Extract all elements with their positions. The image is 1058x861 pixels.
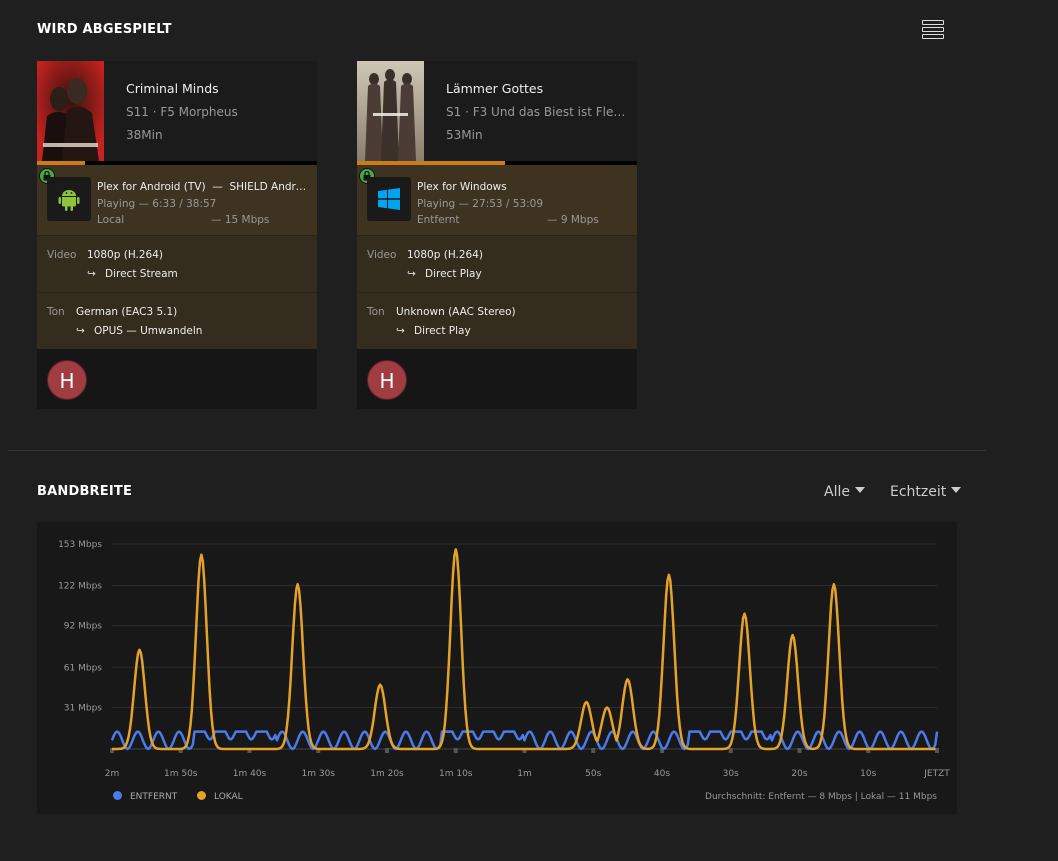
filter-label: Alle [824, 484, 850, 500]
video-stream-row: Video 1080p (H.264) ↪ Direct Stream [37, 235, 317, 292]
legend-dot [113, 791, 122, 800]
video-value: 1080p (H.264) [407, 249, 484, 261]
audio-value: German (EAC3 5.1) [76, 306, 178, 318]
series-line-remote [110, 730, 939, 751]
user-row: H [37, 349, 317, 409]
audio-label: Ton [367, 306, 385, 318]
network-location: Local [97, 214, 125, 226]
avatar[interactable]: H [47, 360, 87, 400]
playback-state: Playing — 27:53 / 53:09 [417, 197, 544, 210]
y-tick-label: 92 Mbps [64, 622, 103, 632]
video-label: Video [367, 249, 397, 261]
duration: 53Min [446, 128, 483, 142]
audio-stream-row: Ton Unknown (AAC Stereo) ↪ Direct Play [357, 292, 637, 349]
player-name: Plex for Windows [417, 181, 507, 193]
legend-dot [197, 791, 206, 800]
series-line-local [112, 548, 936, 751]
x-tick-label: 1m 20s [370, 769, 404, 779]
arrow-icon: ↪ [407, 268, 416, 280]
audio-value: Unknown (AAC Stereo) [396, 306, 516, 318]
video-decision: Direct Play [425, 268, 482, 280]
avatar[interactable]: H [367, 360, 407, 400]
session-header[interactable]: Lämmer Gottes S1 · F3 Und das Biest ist … [357, 61, 637, 165]
x-tick-mark [453, 748, 458, 753]
range-label: Echtzeit [890, 484, 947, 500]
average-text: Durchschnitt: Entfernt — 8 Mbps | Lokal … [705, 792, 937, 802]
android-icon [47, 177, 91, 221]
x-tick-mark [385, 748, 389, 753]
legend-label: LOKAL [214, 792, 243, 802]
bitrate: — 9 Mbps [547, 214, 599, 226]
video-value: 1080p (H.264) [87, 249, 164, 261]
legend-label: ENTFERNT [130, 792, 178, 802]
section-divider [8, 450, 986, 451]
legend-item-local[interactable]: LOKAL [197, 791, 243, 802]
bitrate: — 15 Mbps [211, 214, 270, 226]
bandwidth-title: BANDBREITE [37, 484, 133, 499]
video-decision: Direct Stream [105, 268, 178, 280]
x-tick-mark [728, 748, 733, 753]
x-tick-label: 1m 50s [164, 769, 198, 779]
video-label: Video [47, 249, 77, 261]
device-name: SHIELD Andro… [229, 181, 309, 193]
session-card[interactable]: Lämmer Gottes S1 · F3 Und das Biest ist … [357, 61, 637, 409]
chart-svg: 153 Mbps 122 Mbps 92 Mbps 61 Mbps 31 Mbps 2m 1… [58, 540, 950, 779]
x-tick-label: 30s [723, 769, 739, 779]
x-tick-label: JETZT [923, 769, 950, 779]
poster-image[interactable] [357, 61, 424, 161]
episode-subtitle: S11 · F5 Morpheus [126, 105, 238, 119]
arrow-icon: ↪ [76, 325, 85, 337]
media-title[interactable]: Criminal Minds [126, 81, 307, 96]
windows-icon [367, 177, 411, 221]
x-tick-label: 1m 30s [302, 769, 336, 779]
audio-decision: OPUS — Umwandeln [94, 325, 203, 337]
session-header[interactable]: Criminal Minds S11 · F5 Morpheus 38Min [37, 61, 317, 165]
player-separator: — [212, 181, 223, 193]
range-dropdown[interactable]: Echtzeit [890, 484, 962, 500]
arrow-icon: ↪ [396, 325, 405, 337]
x-tick-mark [591, 748, 596, 753]
audio-label: Ton [47, 306, 65, 318]
x-tick-label: 1m 10s [439, 769, 473, 779]
media-title[interactable]: Lämmer Gottes [446, 81, 627, 96]
now-playing-title: WIRD ABGESPIELT [37, 22, 172, 37]
filter-dropdown[interactable]: Alle [824, 484, 865, 500]
chevron-down-icon [854, 487, 865, 493]
session-card[interactable]: Criminal Minds S11 · F5 Morpheus 38Min P… [37, 61, 317, 409]
bandwidth-chart: 153 Mbps 122 Mbps 92 Mbps 61 Mbps 31 Mbps 2m 1… [37, 522, 957, 814]
y-tick-label: 31 Mbps [64, 703, 103, 713]
x-tick-mark [797, 748, 802, 753]
x-tick-label: 50s [585, 769, 601, 779]
episode-subtitle: S1 · F3 Und das Biest ist Fle… [446, 105, 626, 119]
x-tick-label: 2m [105, 769, 120, 779]
x-tick-label: 20s [791, 769, 807, 779]
poster-image[interactable] [37, 61, 104, 161]
legend-item-remote[interactable]: ENTFERNT [113, 791, 178, 802]
x-tick-label: 10s [860, 769, 876, 779]
player-info-row: Plex for Windows Playing — 27:53 / 53:09… [357, 165, 637, 235]
arrow-icon: ↪ [87, 268, 96, 280]
duration: 38Min [126, 128, 163, 142]
audio-stream-row: Ton German (EAC3 5.1) ↪ OPUS — Umwandeln [37, 292, 317, 349]
player-info-row: Plex for Android (TV) — SHIELD Andro… Pl… [37, 165, 317, 235]
player-name: Plex for Android (TV) [97, 181, 206, 193]
network-location: Entfernt [417, 214, 460, 226]
x-tick-label: 40s [654, 769, 670, 779]
video-stream-row: Video 1080p (H.264) ↪ Direct Play [357, 235, 637, 292]
x-tick-label: 1m 40s [233, 769, 267, 779]
user-row: H [357, 349, 637, 409]
audio-decision: Direct Play [414, 325, 471, 337]
chevron-down-icon [951, 487, 962, 493]
x-tick-label: 1m [517, 769, 532, 779]
list-view-icon[interactable] [922, 20, 944, 40]
y-tick-label: 61 Mbps [64, 663, 103, 673]
y-tick-label: 153 Mbps [58, 540, 102, 550]
playback-state: Playing — 6:33 / 38:57 [97, 197, 217, 210]
y-tick-label: 122 Mbps [58, 582, 102, 592]
